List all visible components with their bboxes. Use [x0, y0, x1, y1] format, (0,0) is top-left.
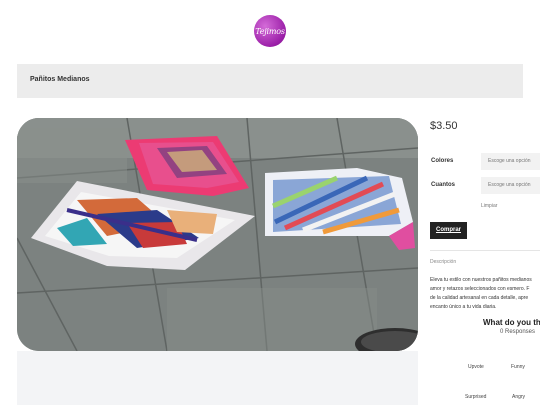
site-logo[interactable]: Tejimos — [254, 15, 286, 47]
poll-title: What do you thi — [483, 318, 540, 327]
page-title-bar: Pañitos Medianos — [17, 64, 523, 98]
product-image[interactable] — [17, 118, 418, 351]
divider — [430, 250, 540, 251]
poll-responses: 0 Responses — [500, 329, 536, 335]
product-description: Eleva tu estilo con nuestros pañitos med… — [430, 276, 540, 312]
quantity-label: Cuantos — [431, 182, 455, 188]
description-line: de la calidad artesanal en cada detalle,… — [430, 295, 529, 301]
description-line: amor y retazos seleccionados con esmero.… — [430, 286, 530, 292]
product-price: $3.50 — [430, 120, 458, 132]
description-line: encanto único a tu vida diaria. — [430, 304, 497, 310]
logo-text: Tejimos — [255, 26, 285, 36]
reaction-surprised[interactable]: Surprised — [465, 394, 486, 400]
buy-button[interactable]: Comprar — [430, 222, 467, 239]
clear-selection-link[interactable]: Limpiar — [481, 203, 497, 209]
reaction-funny[interactable]: Funny — [511, 364, 525, 370]
reaction-upvote[interactable]: Upvote — [468, 364, 484, 370]
description-line: Eleva tu estilo con nuestros pañitos med… — [430, 277, 532, 283]
tab-description[interactable]: Descripción — [430, 259, 456, 265]
colors-select[interactable]: Escoge una opción — [481, 153, 540, 170]
colors-label: Colores — [431, 158, 454, 164]
image-gallery-strip — [17, 351, 418, 405]
page-title: Pañitos Medianos — [30, 76, 90, 83]
reaction-angry[interactable]: Angry — [512, 394, 525, 400]
quantity-select[interactable]: Escoge una opción — [481, 177, 540, 194]
